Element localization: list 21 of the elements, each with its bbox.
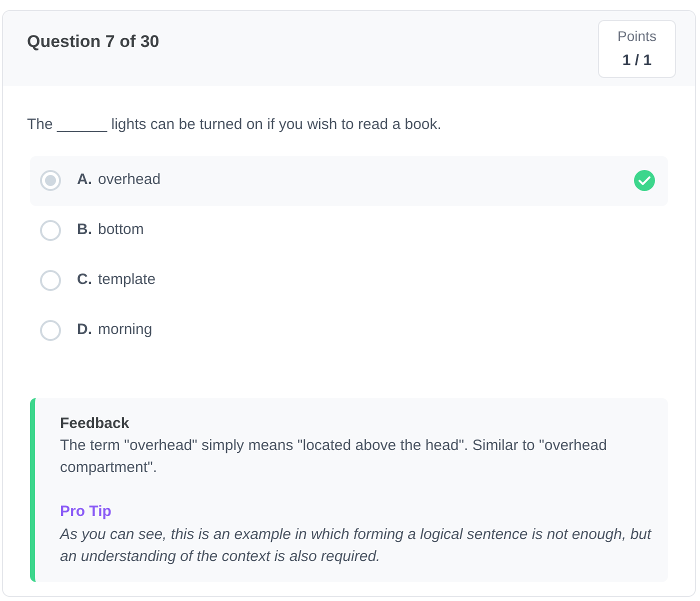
radio-button[interactable] <box>40 270 61 291</box>
option-letter: C. <box>77 270 92 290</box>
points-value: 1 / 1 <box>622 50 652 71</box>
radio-button[interactable] <box>40 320 61 341</box>
option-letter: B. <box>77 220 92 240</box>
question-text: The ______ lights can be turned on if you wish to read a book. <box>27 115 442 135</box>
option-letter: D. <box>77 320 92 340</box>
tip-text: As you can see, this is an example in which forming a logical sentence is not enough, but an understanding of the context is also required. <box>60 524 652 566</box>
feedback-title: Feedback <box>60 414 130 434</box>
option-letter: A. <box>77 170 92 190</box>
feedback-text: The term "overhead" simply means "located above the head". Similar to "overhead compartment". <box>60 436 608 478</box>
question-title: Question 7 of 30 <box>27 31 160 53</box>
radio-button[interactable] <box>40 220 61 241</box>
option-text: template <box>98 270 156 290</box>
points-label: Points <box>618 26 656 46</box>
option-text: morning <box>98 320 152 340</box>
tip-title: Pro Tip <box>60 502 112 522</box>
radio-button[interactable] <box>40 170 61 191</box>
answer-option[interactable]: A. overhead <box>30 156 668 206</box>
option-text: overhead <box>98 170 161 190</box>
option-text: bottom <box>98 220 144 240</box>
